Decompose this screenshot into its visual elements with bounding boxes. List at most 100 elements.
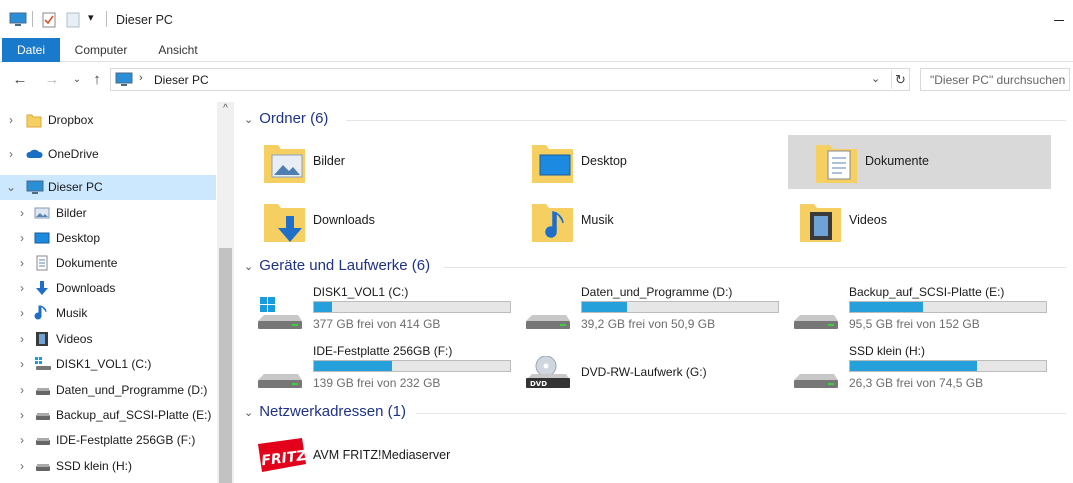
- group-header-folders[interactable]: ⌄ Ordner (6): [244, 110, 328, 127]
- computer-icon: [115, 72, 133, 90]
- expand-chevron-icon[interactable]: ›: [6, 113, 16, 127]
- folder-item-musik[interactable]: Musik: [504, 194, 767, 248]
- breadcrumb-chevron-icon[interactable]: ›: [139, 72, 143, 84]
- sidebar-item-desktop[interactable]: › Desktop: [0, 226, 216, 251]
- sidebar-item-label: Dieser PC: [48, 180, 103, 194]
- expand-chevron-icon[interactable]: ›: [17, 231, 27, 245]
- collapse-chevron-icon[interactable]: ⌄: [6, 180, 16, 194]
- up-arrow-icon[interactable]: ↑: [88, 71, 106, 89]
- sidebar-item-drive-f[interactable]: › IDE-Festplatte 256GB (F:): [0, 428, 216, 453]
- expand-chevron-icon[interactable]: ›: [17, 206, 27, 220]
- folder-item-downloads[interactable]: Downloads: [236, 194, 499, 248]
- hard-drive-icon: [522, 297, 572, 333]
- customize-toolbar-icon[interactable]: ▾: [88, 11, 94, 24]
- expand-chevron-icon[interactable]: ›: [17, 459, 27, 473]
- sidebar-item-dropbox[interactable]: › Dropbox: [0, 108, 216, 133]
- drive-item-g[interactable]: DVD DVD-RW-Laufwerk (G:): [504, 344, 767, 394]
- expand-chevron-icon[interactable]: ›: [17, 357, 27, 371]
- computer-icon: [9, 12, 27, 30]
- tab-datei[interactable]: Datei: [2, 38, 60, 62]
- downloads-folder-icon: [262, 200, 308, 244]
- refresh-icon[interactable]: ↻: [891, 70, 909, 89]
- drive-free-space: 26,3 GB frei von 74,5 GB: [849, 376, 984, 390]
- drive-item-h[interactable]: SSD klein (H:) 26,3 GB frei von 74,5 GB: [772, 344, 1047, 394]
- drive-usage-bar: [313, 360, 511, 372]
- sidebar-item-label: Dropbox: [48, 113, 94, 127]
- drive-name: Backup_auf_SCSI-Platte (E:): [849, 285, 1005, 299]
- folder-item-dokumente[interactable]: Dokumente: [788, 135, 1051, 189]
- tab-ansicht[interactable]: Ansicht: [146, 38, 210, 62]
- hard-drive-icon: [34, 382, 50, 398]
- sidebar-item-musik[interactable]: › Musik: [0, 301, 216, 326]
- folder-label: Musik: [581, 213, 614, 227]
- new-folder-icon[interactable]: [66, 12, 80, 31]
- sidebar-item-bilder[interactable]: › Bilder: [0, 201, 216, 226]
- search-input[interactable]: "Dieser PC" durchsuchen: [920, 68, 1070, 91]
- documents-folder-icon: [34, 255, 50, 271]
- drive-item-d[interactable]: Daten_und_Programme (D:) 39,2 GB frei vo…: [504, 285, 779, 335]
- tab-computer[interactable]: Computer: [64, 38, 138, 62]
- properties-icon[interactable]: [42, 12, 56, 31]
- sidebar-item-label: Musik: [56, 306, 88, 320]
- back-arrow-icon[interactable]: ←: [11, 71, 29, 89]
- expand-chevron-icon[interactable]: ›: [17, 383, 27, 397]
- folder-label: Bilder: [313, 154, 345, 168]
- sidebar-item-drive-c[interactable]: › DISK1_VOL1 (C:): [0, 352, 216, 377]
- folder-item-bilder[interactable]: Bilder: [236, 135, 499, 189]
- sidebar-item-drive-h[interactable]: › SSD klein (H:): [0, 454, 216, 479]
- drive-name: DISK1_VOL1 (C:): [313, 285, 409, 299]
- scrollbar-thumb[interactable]: [219, 248, 232, 483]
- expand-chevron-icon[interactable]: ›: [17, 281, 27, 295]
- group-header-network[interactable]: ⌄ Netzwerkadressen (1): [244, 403, 406, 420]
- sidebar-item-onedrive[interactable]: › OneDrive: [0, 142, 216, 167]
- minimize-button[interactable]: [1049, 8, 1069, 28]
- videos-film-icon: [34, 331, 50, 347]
- videos-folder-icon: [798, 200, 844, 244]
- expand-chevron-icon[interactable]: ›: [17, 433, 27, 447]
- sidebar-item-dieser-pc[interactable]: ⌄ Dieser PC: [0, 175, 216, 200]
- drive-item-e[interactable]: Backup_auf_SCSI-Platte (E:) 95,5 GB frei…: [772, 285, 1047, 335]
- group-divider: [416, 413, 1066, 414]
- address-dropdown-chevron-icon[interactable]: ⌄: [871, 72, 880, 85]
- content-pane: ⌄ Ordner (6) Bilder Desktop Dokumente Dow…: [236, 102, 1073, 483]
- sidebar-item-label: Dokumente: [56, 256, 118, 270]
- sidebar-item-dokumente[interactable]: › Dokumente: [0, 251, 216, 276]
- folder-item-desktop[interactable]: Desktop: [504, 135, 767, 189]
- sidebar-item-label: DISK1_VOL1 (C:): [56, 357, 152, 371]
- expand-chevron-icon[interactable]: ›: [17, 256, 27, 270]
- folder-label: Dokumente: [865, 154, 929, 168]
- drive-name: IDE-Festplatte 256GB (F:): [313, 344, 453, 358]
- recent-locations-chevron-icon[interactable]: ⌄: [68, 71, 86, 89]
- network-item-fritz[interactable]: FRITZ! AVM FRITZ!Mediaserver: [236, 428, 499, 482]
- breadcrumb-item[interactable]: Dieser PC: [154, 73, 209, 87]
- drive-usage-fill: [582, 302, 628, 312]
- sidebar-item-drive-d[interactable]: › Daten_und_Programme (D:): [0, 378, 216, 403]
- drive-item-f[interactable]: IDE-Festplatte 256GB (F:) 139 GB frei vo…: [236, 344, 511, 394]
- group-header-drives[interactable]: ⌄ Geräte und Laufwerke (6): [244, 257, 430, 274]
- desktop-folder-icon: [530, 141, 576, 185]
- expand-chevron-icon[interactable]: ›: [17, 332, 27, 346]
- address-bar[interactable]: › Dieser PC ⌄ ↻: [110, 68, 910, 91]
- folder-label: Downloads: [313, 213, 375, 227]
- pictures-folder-icon: [34, 205, 50, 221]
- expand-chevron-icon[interactable]: ›: [17, 306, 27, 320]
- sidebar-item-downloads[interactable]: › Downloads: [0, 276, 216, 301]
- expand-chevron-icon[interactable]: ›: [6, 147, 16, 161]
- group-collapse-chevron-icon[interactable]: ⌄: [244, 113, 253, 126]
- sidebar-scrollbar[interactable]: ^: [217, 102, 234, 483]
- sidebar-item-videos[interactable]: › Videos: [0, 327, 216, 352]
- group-title: Ordner (6): [259, 110, 329, 127]
- hard-drive-icon: [34, 458, 50, 474]
- drive-free-space: 377 GB frei von 414 GB: [313, 317, 441, 331]
- desktop-folder-icon: [34, 230, 50, 246]
- drive-item-c[interactable]: DISK1_VOL1 (C:) 377 GB frei von 414 GB: [236, 285, 511, 335]
- group-collapse-chevron-icon[interactable]: ⌄: [244, 260, 253, 273]
- separator: [32, 11, 33, 27]
- group-collapse-chevron-icon[interactable]: ⌄: [244, 406, 253, 419]
- forward-arrow-icon[interactable]: →: [43, 71, 61, 89]
- expand-chevron-icon[interactable]: ›: [17, 408, 27, 422]
- folder-item-videos[interactable]: Videos: [772, 194, 1035, 248]
- scroll-up-chevron-icon[interactable]: ^: [217, 102, 234, 116]
- drive-free-space: 95,5 GB frei von 152 GB: [849, 317, 980, 331]
- sidebar-item-drive-e[interactable]: › Backup_auf_SCSI-Platte (E:): [0, 403, 216, 428]
